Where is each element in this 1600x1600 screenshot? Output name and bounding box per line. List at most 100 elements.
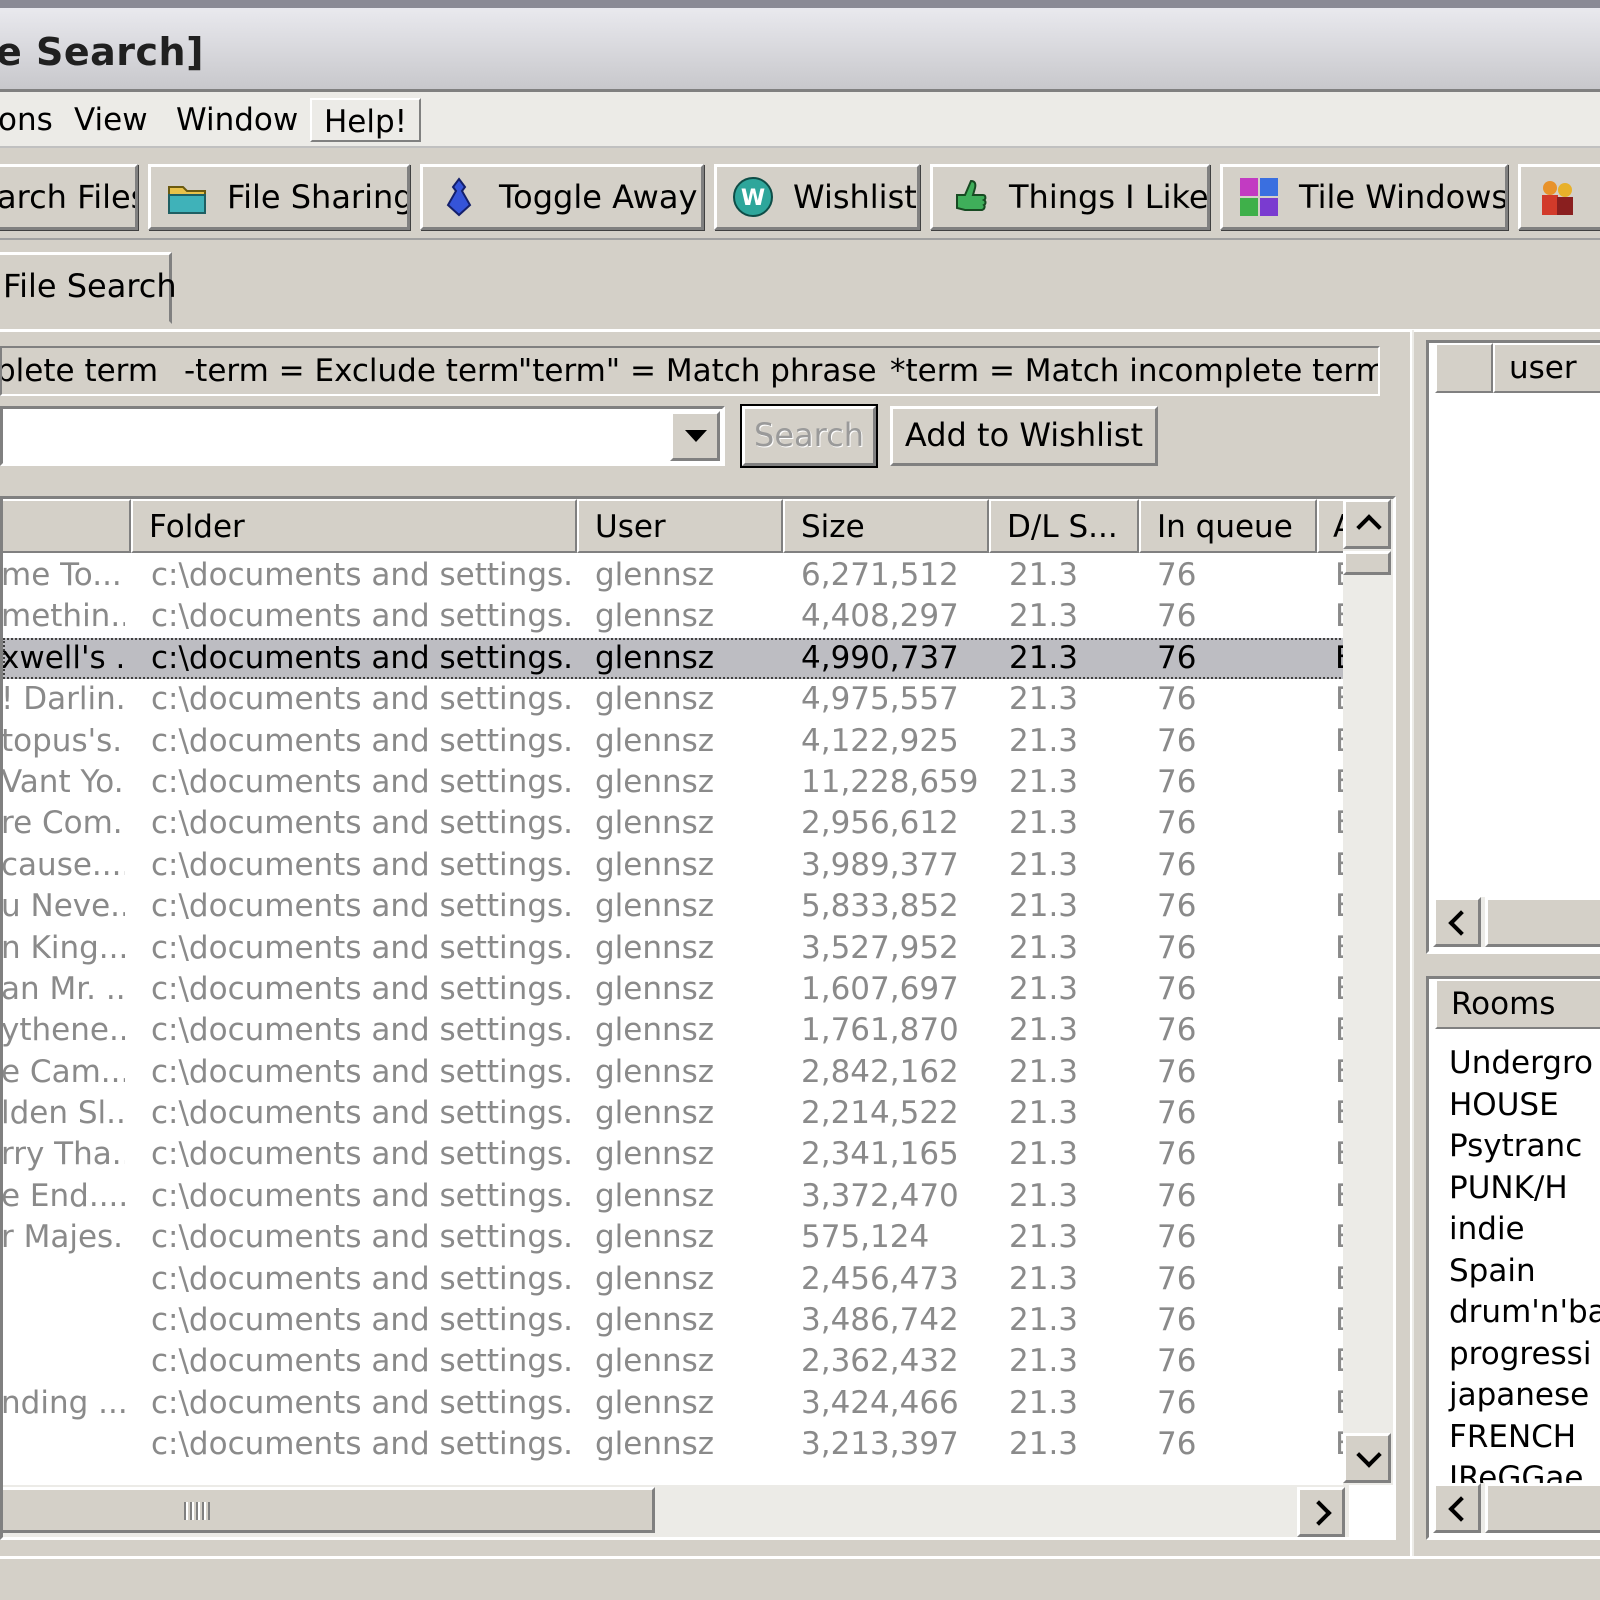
room-item[interactable]: FRENCH <box>1449 1417 1576 1458</box>
user-column-name[interactable]: user <box>1493 343 1600 393</box>
table-row[interactable]: ythene... c:\documents and settings... gle… <box>3 1010 1347 1051</box>
hint-exclude: -term = Exclude term <box>184 353 520 389</box>
queue-cell: 76 <box>1157 1384 1197 1421</box>
table-row[interactable]: nding ... c:\documents and settings... gle… <box>3 1383 1347 1424</box>
table-row[interactable]: me To... c:\documents and settings... glen… <box>1 555 1347 596</box>
folder-cell: c:\documents and settings... <box>151 846 575 883</box>
table-row[interactable]: u Neve... c:\documents and settings... gle… <box>3 886 1347 927</box>
speed-cell: 21.3 <box>1009 1426 1079 1463</box>
toggle-away-button[interactable]: Toggle Away <box>420 164 704 230</box>
hint-incomplete: plete term <box>0 353 159 389</box>
size-cell: 3,424,466 <box>801 1384 959 1421</box>
room-item[interactable]: Undergro <box>1449 1043 1593 1084</box>
table-row[interactable]: an Mr. ... c:\documents and settings... gl… <box>3 969 1347 1010</box>
queue-cell: 76 <box>1157 1426 1197 1463</box>
user-column-status[interactable] <box>1435 343 1493 393</box>
queue-cell: 76 <box>1157 1177 1197 1214</box>
rooms-header[interactable]: Rooms <box>1435 979 1600 1029</box>
horizontal-scroll-thumb[interactable] <box>3 1487 655 1533</box>
results-list[interactable]: Folder User Size D/L S... In queue A me … <box>0 496 1396 1540</box>
table-row[interactable]: xwell's ... c:\documents and settings... g… <box>1 637 1347 680</box>
rooms-horizontal-scrollbar[interactable] <box>1481 1483 1600 1533</box>
file-name-cell: xwell's ... <box>1 639 125 676</box>
wishlist-button-toolbar[interactable]: W Wishlist <box>714 164 920 230</box>
room-item[interactable]: Spain <box>1449 1251 1536 1292</box>
speed-cell: 21.3 <box>1009 722 1079 759</box>
column-filename[interactable] <box>3 499 131 553</box>
table-row[interactable]: ! Darlin... c:\documents and settings... g… <box>3 679 1347 720</box>
rooms-scroll-left-button[interactable] <box>1433 1483 1481 1533</box>
user-scroll-left-button[interactable] <box>1433 897 1481 947</box>
scroll-up-button[interactable] <box>1343 499 1391 549</box>
table-row[interactable]: topus's... c:\documents and settings... gl… <box>3 721 1347 762</box>
size-cell: 2,341,165 <box>801 1136 959 1173</box>
room-item[interactable]: japanese <box>1449 1375 1589 1416</box>
column-user[interactable]: User <box>577 499 783 553</box>
menu-view[interactable]: View <box>62 98 160 142</box>
scroll-down-button[interactable] <box>1343 1433 1391 1483</box>
table-row[interactable]: n King.... c:\documents and settings... gl… <box>3 928 1347 969</box>
room-item[interactable]: indie <box>1449 1209 1525 1250</box>
menu-help[interactable]: Help! <box>310 98 422 142</box>
speed-cell: 21.3 <box>1009 1302 1079 1339</box>
size-cell: 2,214,522 <box>801 1095 959 1132</box>
search-input[interactable] <box>0 406 725 466</box>
column-in-queue[interactable]: In queue <box>1139 499 1317 553</box>
file-sharing-button[interactable]: File Sharing <box>148 164 410 230</box>
room-item[interactable]: drum'n'ba <box>1449 1292 1600 1333</box>
table-row[interactable]: methin... c:\documents and settings... gle… <box>1 596 1347 637</box>
table-row[interactable]: e Cam... c:\documents and settings... glen… <box>3 1052 1347 1093</box>
table-row[interactable]: Vant Yo... c:\documents and settings... gl… <box>1 762 1347 803</box>
table-row[interactable]: c:\documents and settings... glennsz 3,486… <box>3 1300 1347 1341</box>
folder-cell: c:\documents and settings... <box>151 598 575 635</box>
rooms-scroll-thumb[interactable] <box>1485 1483 1600 1533</box>
table-row[interactable]: c:\documents and settings... glennsz 2,362… <box>3 1341 1347 1382</box>
size-cell: 11,228,659 <box>801 763 979 800</box>
menu-window[interactable]: Window <box>164 98 310 142</box>
add-to-wishlist-button[interactable]: Add to Wishlist <box>890 406 1158 466</box>
table-row[interactable]: e End.... c:\documents and settings... gle… <box>3 1176 1347 1217</box>
scroll-right-button[interactable] <box>1297 1487 1345 1537</box>
table-row[interactable]: rry Tha... c:\documents and settings... gl… <box>3 1134 1347 1175</box>
results-horizontal-scrollbar[interactable] <box>3 1485 1349 1537</box>
search-history-dropdown[interactable] <box>670 411 720 461</box>
results-vertical-scrollbar[interactable] <box>1343 499 1393 1485</box>
user-list-panel[interactable]: user <box>1426 340 1600 954</box>
users-button[interactable] <box>1518 164 1600 230</box>
table-row[interactable]: r Majes... c:\documents and settings... gl… <box>3 1217 1347 1258</box>
queue-cell: 76 <box>1157 805 1197 842</box>
user-scroll-thumb[interactable] <box>1485 897 1600 947</box>
tab-file-search[interactable]: File Search <box>0 252 177 324</box>
folder-cell: c:\documents and settings... <box>151 1012 575 1049</box>
table-row[interactable]: lden Sl... c:\documents and settings... gl… <box>3 1093 1347 1134</box>
pane-splitter[interactable] <box>1410 330 1414 1560</box>
rooms-panel[interactable]: Rooms Undergro HOUSE Psytranc PUNK/H indie Sp… <box>1426 976 1600 1540</box>
things-i-like-button[interactable]: Things I Like <box>930 164 1210 230</box>
table-row[interactable]: c:\documents and settings... glennsz 3,213… <box>3 1424 1347 1465</box>
file-name-cell: Vant Yo... <box>1 763 125 800</box>
user-horizontal-scrollbar[interactable] <box>1481 897 1600 947</box>
tile-windows-button[interactable]: Tile Windows <box>1220 164 1508 230</box>
speed-cell: 21.3 <box>1009 1012 1079 1049</box>
search-files-button[interactable]: arch Files <box>0 164 138 230</box>
folder-cell: c:\documents and settings... <box>151 1219 575 1256</box>
search-button[interactable]: Search <box>740 404 878 468</box>
table-row[interactable]: cause.... c:\documents and settings... gle… <box>3 845 1347 886</box>
vertical-scroll-thumb[interactable] <box>1343 551 1391 575</box>
column-folder[interactable]: Folder <box>131 499 577 553</box>
room-item[interactable]: Psytranc <box>1449 1126 1582 1167</box>
table-row[interactable]: re Com... c:\documents and settings... gle… <box>3 803 1347 844</box>
user-cell: glennsz <box>595 598 715 635</box>
menu-options[interactable]: ons <box>0 98 65 142</box>
column-size[interactable]: Size <box>783 499 989 553</box>
room-item[interactable]: progressi <box>1449 1334 1591 1375</box>
table-row[interactable]: c:\documents and settings... glennsz 2,456… <box>3 1259 1347 1300</box>
queue-cell: 76 <box>1157 639 1197 676</box>
file-name-cell: me To... <box>1 557 122 593</box>
file-name-cell: methin... <box>1 598 125 635</box>
column-download-speed[interactable]: D/L S... <box>989 499 1139 553</box>
room-item[interactable]: HOUSE <box>1449 1085 1559 1126</box>
hint-phrase: "term" = Match phrase <box>518 353 877 389</box>
speed-cell: 21.3 <box>1009 1177 1079 1214</box>
room-item[interactable]: PUNK/H <box>1449 1168 1568 1209</box>
